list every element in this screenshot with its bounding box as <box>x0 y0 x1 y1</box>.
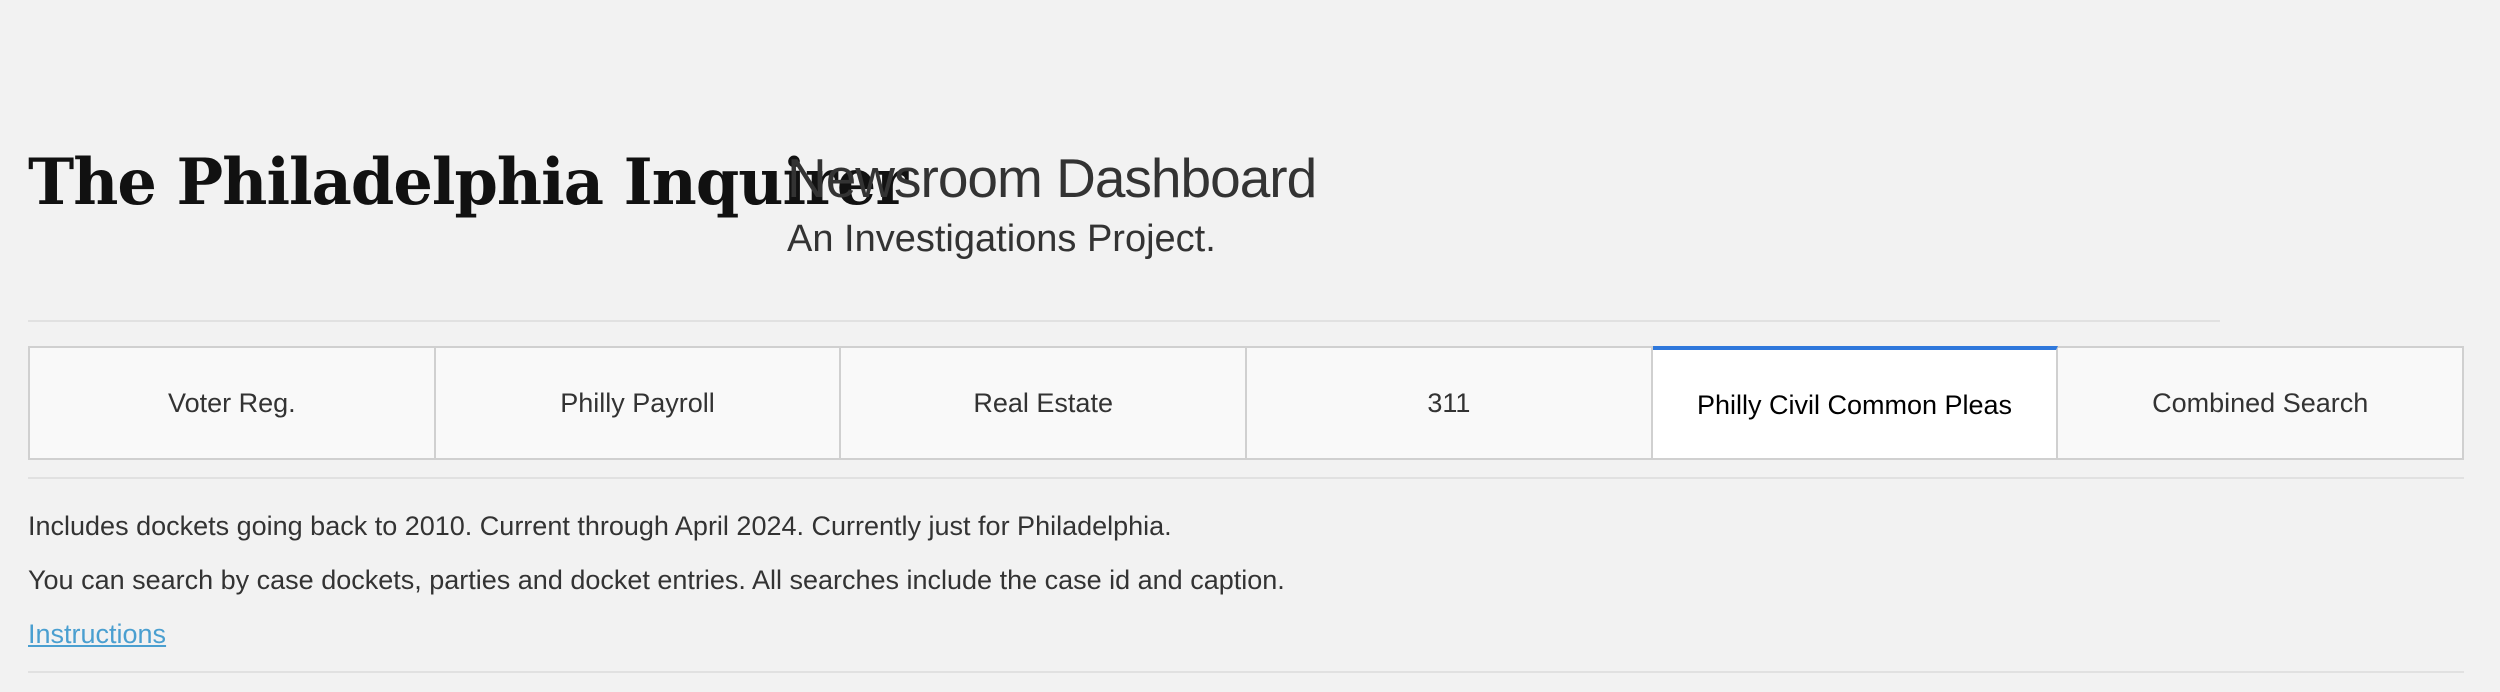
tab-voter-reg[interactable]: Voter Reg. <box>30 348 436 458</box>
tab-philly-payroll[interactable]: Philly Payroll <box>435 348 842 458</box>
content-divider <box>28 671 2464 673</box>
description-coverage: Includes dockets going back to 2010. Cur… <box>28 511 1172 541</box>
tab-philly-civil-common-pleas[interactable]: Philly Civil Common Pleas <box>1652 346 2059 458</box>
page: The Philadelphia Inquirer Newsroom Dashb… <box>0 0 2500 692</box>
page-subtitle: An Investigations Project. <box>787 218 1216 260</box>
header-divider <box>28 320 2220 322</box>
page-title: Newsroom Dashboard <box>787 147 1317 209</box>
tab-311[interactable]: 311 <box>1247 348 1653 458</box>
instructions-link[interactable]: Instructions <box>28 616 166 652</box>
tab-bar: Voter Reg. Philly Payroll Real Estate 31… <box>28 346 2464 460</box>
inquirer-logo[interactable]: The Philadelphia Inquirer <box>28 138 908 228</box>
tab-combined-search[interactable]: Combined Search <box>2058 348 2463 458</box>
tab-real-estate[interactable]: Real Estate <box>841 348 1248 458</box>
tabs-divider <box>28 477 2464 479</box>
description-search-scope: You can search by case dockets, parties … <box>28 565 1285 595</box>
